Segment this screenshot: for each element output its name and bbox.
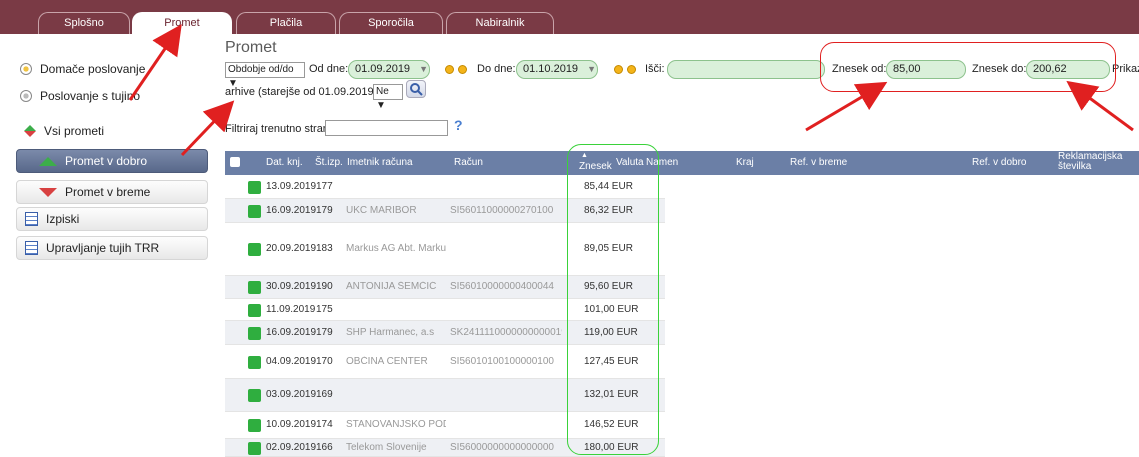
arrow-to-amount-to	[1066, 80, 1134, 132]
arrow-to-sidebar	[180, 100, 235, 157]
arrow-to-tab	[128, 24, 182, 101]
arrow-to-amount-from	[805, 81, 888, 132]
annotation-arrows	[128, 24, 1134, 157]
